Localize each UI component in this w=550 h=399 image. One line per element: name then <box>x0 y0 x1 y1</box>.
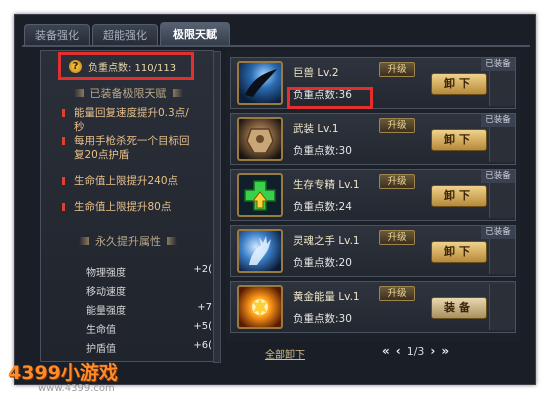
bullet-icon <box>62 137 65 145</box>
talent-card: 武装 Lv.1 升级 负重点数:30 卸下 已装备 <box>230 113 516 165</box>
unequip-button[interactable]: 卸下 <box>431 129 487 151</box>
attribute-value: +2( <box>193 264 212 275</box>
help-icon[interactable]: ? <box>69 59 82 73</box>
soul-hand-icon <box>237 229 283 273</box>
bullet-icon <box>62 203 65 211</box>
bonus-item: 能量回复速度提升0.3点/秒 <box>62 106 198 134</box>
equipped-badge: 已装备 <box>481 58 515 71</box>
card-side-strip <box>489 284 515 330</box>
talent-name: 巨兽 Lv.2 <box>293 67 339 79</box>
attribute-name: 护盾值 <box>86 344 116 355</box>
bonus-item: 生命值上限提升240点 <box>62 174 198 188</box>
talent-name: 黄金能量 Lv.1 <box>293 291 360 303</box>
weight-highlight-box <box>287 87 373 109</box>
permanent-attributes-heading: 永久提升属性 <box>60 232 196 250</box>
attribute-name: 物理强度 <box>86 268 126 279</box>
attribute-value: +7 <box>197 302 212 313</box>
tab-divider <box>22 45 530 47</box>
unequip-button[interactable]: 卸下 <box>431 185 487 207</box>
site-watermark: 4399小游戏 www.4399.com <box>8 358 148 398</box>
attribute-row: 物理强度 +2( <box>86 264 212 279</box>
equipped-badge: 已装备 <box>481 114 515 127</box>
next-page-icon[interactable]: › <box>430 344 435 358</box>
upgrade-button[interactable]: 升级 <box>379 286 415 301</box>
golden-energy-icon <box>237 285 283 329</box>
last-page-icon[interactable]: » <box>441 344 449 358</box>
tab-equipment-enhance[interactable]: 装备强化 <box>24 24 90 46</box>
first-page-icon[interactable]: « <box>382 344 390 358</box>
talent-weight: 负重点数:20 <box>293 257 352 269</box>
attribute-row: 生命值 +5( <box>86 321 212 336</box>
talent-weight: 负重点数:30 <box>293 313 352 325</box>
tab-bar: 装备强化 超能强化 极限天赋 <box>24 22 230 46</box>
unequip-button[interactable]: 卸下 <box>431 73 487 95</box>
tab-super-enhance[interactable]: 超能强化 <box>92 24 158 46</box>
bonus-item: 每用手枪杀死一个目标回复20点护盾 <box>62 134 198 162</box>
upgrade-button[interactable]: 升级 <box>379 62 415 77</box>
unequip-all-link[interactable]: 全部卸下 <box>265 346 305 361</box>
equip-button[interactable]: 装备 <box>431 297 487 319</box>
attribute-name: 生命值 <box>86 325 116 336</box>
attribute-value: +6( <box>193 340 212 351</box>
bullet-icon <box>62 109 65 117</box>
attribute-row: 移动速度 <box>86 283 212 298</box>
attribute-name: 能量强度 <box>86 306 126 317</box>
talent-name: 生存专精 Lv.1 <box>293 179 360 191</box>
tab-ultimate-talent[interactable]: 极限天赋 <box>160 22 230 46</box>
talent-weight: 负重点数:30 <box>293 145 352 157</box>
equipped-talent-heading: 已装备极限天赋 <box>60 84 196 102</box>
upgrade-button[interactable]: 升级 <box>379 174 415 189</box>
talent-card: 灵魂之手 Lv.1 升级 负重点数:20 卸下 已装备 <box>230 225 516 277</box>
watermark-logo: 4399小游戏 <box>8 362 118 384</box>
talent-card: 生存专精 Lv.1 升级 负重点数:24 卸下 已装备 <box>230 169 516 221</box>
talent-weight: 负重点数:24 <box>293 201 352 213</box>
upgrade-button[interactable]: 升级 <box>379 118 415 133</box>
upgrade-button[interactable]: 升级 <box>379 230 415 245</box>
equipped-badge: 已装备 <box>481 170 515 183</box>
talent-name: 武装 Lv.1 <box>293 123 339 135</box>
attribute-row: 护盾值 +6( <box>86 340 212 355</box>
bonus-item: 生命值上限提升80点 <box>62 200 198 214</box>
talent-card: 巨兽 Lv.2 升级 负重点数:36 卸下 已装备 <box>230 57 516 109</box>
unequip-button[interactable]: 卸下 <box>431 241 487 263</box>
talent-card: 黄金能量 Lv.1 升级 负重点数:30 装备 <box>230 281 516 333</box>
pagination: « ‹ 1/3 › » <box>382 344 449 358</box>
attribute-value: +5( <box>193 321 212 332</box>
watermark-url: www.4399.com <box>38 383 115 394</box>
talent-name: 灵魂之手 Lv.1 <box>293 235 360 247</box>
beast-talent-icon <box>237 61 283 105</box>
list-footer: 全部卸下 « ‹ 1/3 › » <box>226 343 522 363</box>
bullet-icon <box>62 177 65 185</box>
page-indicator: 1/3 <box>406 344 425 358</box>
weight-points-box: ? 负重点数: 110/113 <box>58 52 194 80</box>
attribute-row: 能量强度 +7 <box>86 302 212 317</box>
equipped-badge: 已装备 <box>481 226 515 239</box>
armor-talent-icon <box>237 117 283 161</box>
weight-points-label: 负重点数: 110/113 <box>88 62 177 74</box>
health-cross-icon <box>237 173 283 217</box>
attribute-name: 移动速度 <box>86 287 126 298</box>
prev-page-icon[interactable]: ‹ <box>396 344 401 358</box>
